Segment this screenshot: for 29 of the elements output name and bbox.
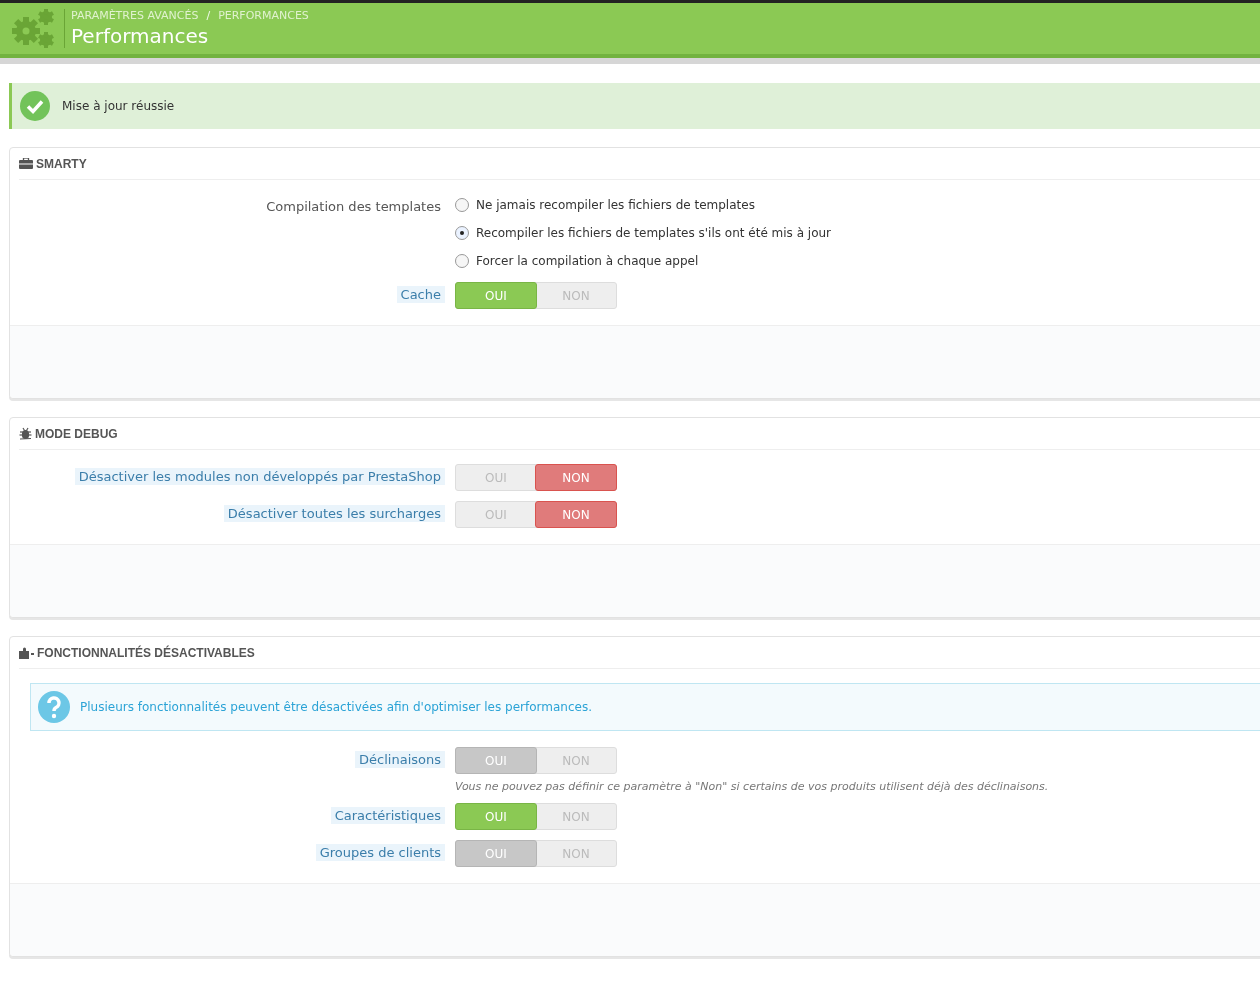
radio-label: Ne jamais recompiler les fichiers de templates	[476, 198, 755, 212]
panel-title: MODE DEBUG	[35, 426, 118, 441]
radio-label: Recompiler les fichiers de templates s'ils ont été mis à jour	[476, 226, 832, 240]
field-label[interactable]: Cache	[396, 286, 445, 303]
radio-button[interactable]	[455, 226, 469, 240]
breadcrumb-link[interactable]: PARAMÈTRES AVANCÉS	[71, 9, 199, 22]
toggle-option[interactable]: NON	[535, 501, 617, 528]
radio-label: Forcer la compilation à chaque appel	[476, 254, 699, 268]
toggle-option[interactable]: OUI	[455, 282, 537, 309]
check-circle-icon	[20, 91, 50, 121]
panel-title: FONCTIONNALITÉS DÉSACTIVABLES	[37, 645, 255, 660]
info-message: Plusieurs fonctionnalités peuvent être désactivées afin d'optimiser les performances.	[80, 700, 592, 714]
briefcase-icon	[19, 158, 33, 169]
toggle-option[interactable]: NON	[535, 464, 617, 491]
field-label: Compilation des templates	[265, 198, 442, 215]
help-text: Vous ne pouvez pas définir ce paramètre à "Non" si certains de vos produits utilisent déjà des déclinaisons.	[455, 780, 1050, 793]
field-label[interactable]: Désactiver les modules non développés par PrestaShop	[74, 468, 445, 485]
radio-button[interactable]	[455, 254, 469, 268]
field-label[interactable]: Désactiver toutes les surcharges	[223, 505, 445, 522]
breadcrumb-separator: /	[206, 9, 211, 22]
alert-message: Mise à jour réussie	[62, 99, 175, 113]
breadcrumb-link[interactable]: PERFORMANCES	[218, 9, 309, 22]
toggle-option[interactable]: OUI	[455, 803, 537, 830]
question-icon	[38, 691, 70, 723]
bug-icon	[19, 427, 32, 440]
panel-title: SMARTY	[36, 156, 87, 171]
field-label[interactable]: Caractéristiques	[330, 807, 445, 824]
radio-button[interactable]	[455, 198, 469, 212]
page-title: Performances	[71, 24, 210, 48]
